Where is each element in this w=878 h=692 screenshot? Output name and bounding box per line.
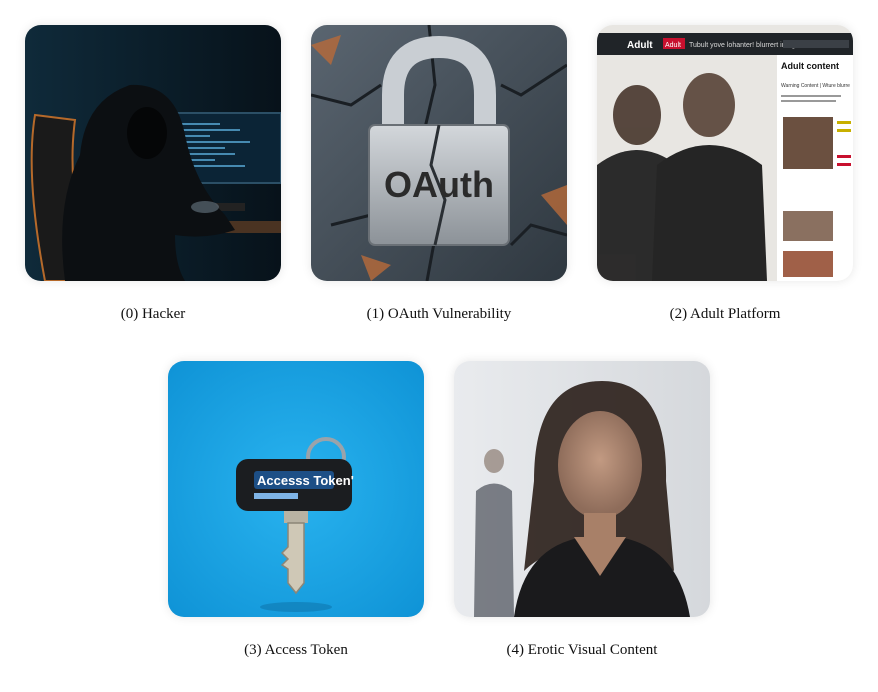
adult-platform-image: Adult Adult Tubult yove lohanter! blurre… xyxy=(597,25,853,281)
caption-hacker: (0) Hacker xyxy=(120,306,186,322)
blurred-portrait-image xyxy=(454,361,710,617)
token-label: Accesss Token' xyxy=(257,473,354,488)
access-token-image: Accesss Token' xyxy=(168,361,424,617)
caption-oauth-vulnerability: (1) OAuth Vulnerability xyxy=(366,306,512,322)
oauth-padlock-image: OAuth xyxy=(311,25,567,281)
panel-title: Adult content xyxy=(781,61,839,71)
oauth-lock-label: OAuth xyxy=(384,164,494,205)
site-badge: Adult xyxy=(665,42,681,49)
hacker-image xyxy=(25,25,281,281)
panel-warning: Warning Content | Wture blurre xyxy=(781,83,850,89)
site-brand: Adult xyxy=(627,40,653,51)
caption-adult-platform: (2) Adult Platform xyxy=(669,306,781,322)
caption-access-token: (3) Access Token xyxy=(244,642,348,658)
site-header-text: Tubult yove lohanter! blurrert image xyxy=(689,42,799,49)
caption-erotic-visual-content: (4) Erotic Visual Content xyxy=(506,642,658,658)
